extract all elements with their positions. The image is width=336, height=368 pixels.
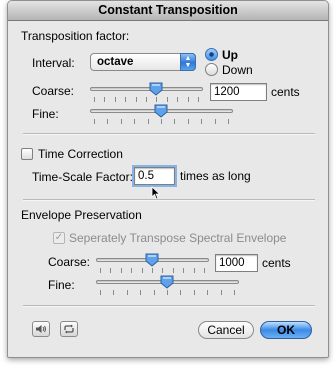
interval-label: Interval: [32, 56, 75, 70]
slider-tick [180, 290, 181, 295]
time-scale-input[interactable]: 0.5 [132, 165, 177, 187]
separator [23, 133, 315, 135]
slider-tick [110, 268, 111, 273]
slider-tick [188, 119, 189, 124]
time-correction-label[interactable]: Time Correction [38, 147, 123, 161]
slider-tick [100, 268, 101, 273]
coarse-unit: cents [271, 85, 300, 99]
dialog-window: Constant Transposition Transposition fac… [7, 0, 329, 358]
slider-tick [127, 290, 128, 295]
radio-down[interactable] [205, 63, 218, 76]
slider-tick [161, 119, 162, 124]
envelope-coarse-slider-thumb[interactable] [145, 253, 159, 267]
slider-tick [204, 268, 205, 273]
slider-tick [94, 97, 95, 102]
envelope-coarse-label: Coarse: [48, 255, 91, 269]
radio-up[interactable] [205, 48, 218, 61]
radio-up-label[interactable]: Up [222, 48, 238, 62]
slider-tick [134, 119, 135, 124]
slider-tick [207, 290, 208, 295]
popup-arrows-icon: ▲ ▼ [180, 53, 196, 71]
slider-tick [174, 119, 175, 124]
slider-tick [173, 268, 174, 273]
slider-tick [234, 290, 235, 295]
interval-popup[interactable]: octave ▲ ▼ [90, 53, 196, 71]
transposition-heading: Transposition factor: [21, 29, 130, 43]
window-title: Constant Transposition [8, 1, 328, 21]
speaker-icon [36, 325, 46, 333]
slider-tick [94, 119, 95, 124]
slider-tick [156, 97, 157, 102]
slider-tick [154, 290, 155, 295]
slider-tick [194, 268, 195, 273]
slider-tick [167, 97, 168, 102]
slider-tick [142, 268, 143, 273]
cancel-button[interactable]: Cancel [198, 321, 254, 339]
slider-tick [215, 119, 216, 124]
slider-tick [201, 119, 202, 124]
slider-tick [162, 268, 163, 273]
slider-tick [183, 268, 184, 273]
time-correction-checkbox[interactable] [21, 148, 33, 160]
envelope-coarse-input[interactable]: 1000 [215, 254, 258, 272]
slider-tick [167, 290, 168, 295]
spectral-envelope-checkbox[interactable]: ✓ [53, 232, 65, 244]
slider-tick [100, 290, 101, 295]
loop-button[interactable] [60, 321, 78, 337]
slider-tick [194, 290, 195, 295]
spectral-envelope-label[interactable]: Seperately Transpose Spectral Envelope [69, 231, 286, 245]
coarse-slider-thumb[interactable] [149, 82, 163, 96]
slider-tick [228, 119, 229, 124]
envelope-fine-slider-ticks [100, 290, 235, 295]
slider-tick [121, 268, 122, 273]
slider-tick [152, 268, 153, 273]
time-scale-label: Time-Scale Factor: [32, 170, 133, 184]
envelope-fine-label: Fine: [48, 278, 75, 292]
slider-tick [136, 97, 137, 102]
envelope-fine-slider-thumb[interactable] [160, 275, 174, 289]
slider-tick [121, 119, 122, 124]
loop-icon [64, 324, 74, 334]
slider-tick [125, 97, 126, 102]
interval-value: octave [97, 56, 134, 68]
speaker-button[interactable] [32, 321, 50, 337]
mouse-cursor-icon [151, 186, 161, 200]
slider-tick [104, 97, 105, 102]
envelope-coarse-unit: cents [262, 256, 291, 270]
slider-tick [146, 97, 147, 102]
envelope-heading: Envelope Preservation [21, 208, 142, 222]
slider-tick [198, 97, 199, 102]
slider-tick [107, 119, 108, 124]
separator [23, 199, 315, 201]
fine-label: Fine: [32, 107, 59, 121]
slider-tick [148, 119, 149, 124]
envelope-coarse-slider-ticks [100, 268, 205, 273]
slider-tick [115, 97, 116, 102]
radio-down-label[interactable]: Down [222, 63, 253, 77]
ok-button[interactable]: OK [260, 321, 312, 339]
time-scale-suffix: times as long [180, 169, 251, 183]
separator [23, 305, 315, 307]
slider-tick [177, 97, 178, 102]
coarse-label: Coarse: [32, 84, 75, 98]
slider-tick [221, 290, 222, 295]
slider-tick [140, 290, 141, 295]
coarse-slider-track[interactable] [90, 87, 203, 91]
fine-slider-thumb[interactable] [154, 104, 168, 118]
slider-tick [188, 97, 189, 102]
coarse-slider-ticks [94, 97, 199, 102]
coarse-cents-input[interactable]: 1200 [210, 83, 267, 101]
slider-tick [131, 268, 132, 273]
slider-tick [113, 290, 114, 295]
fine-slider-ticks [94, 119, 229, 124]
